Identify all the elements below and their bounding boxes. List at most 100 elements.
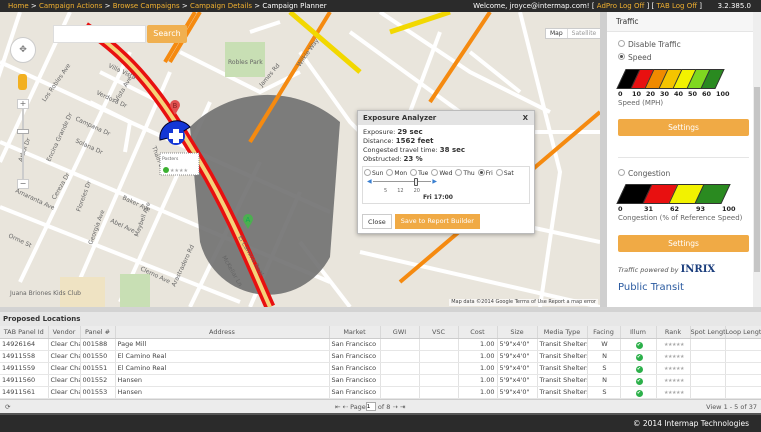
column-header[interactable]: Media Type xyxy=(537,326,588,339)
disable-traffic-radio[interactable]: Disable Traffic xyxy=(618,40,681,49)
table-cell: ★★★★★ xyxy=(656,350,691,363)
table-row[interactable]: 14911560 Clear Channel001552 Hansen San Fra… xyxy=(0,374,761,387)
map-attribution[interactable]: Map data ©2014 Google Terms of Use Repor… xyxy=(449,299,598,306)
save-to-report-builder-button[interactable]: Save to Report Builder xyxy=(394,214,480,229)
table-row[interactable]: 14926164 Clear Channel001588 Page Mill San … xyxy=(0,338,761,351)
slider-right-arrow-icon[interactable]: ▶ xyxy=(432,178,437,185)
day-radio-sun[interactable]: Sun xyxy=(364,169,383,177)
map-search-input[interactable] xyxy=(53,25,146,43)
table-cell: 001551 xyxy=(80,362,116,375)
legend-tick: 93 xyxy=(696,205,706,213)
map-type-map[interactable]: Map xyxy=(546,29,567,38)
zoom-slider-handle[interactable] xyxy=(17,129,29,134)
close-button[interactable]: Close xyxy=(362,214,392,229)
table-cell: Transit Shelters xyxy=(537,362,588,375)
speed-radio[interactable]: Speed xyxy=(618,53,652,62)
breadcrumb-campaign-details[interactable]: Campaign Details xyxy=(190,2,252,10)
column-header[interactable]: Illum xyxy=(620,326,657,339)
column-header[interactable]: Market xyxy=(329,326,381,339)
column-header[interactable]: Spot Length xyxy=(690,326,726,339)
map-type-toggle[interactable]: Map Satellite xyxy=(545,28,600,39)
cell-text: 5'9"x4'0" xyxy=(499,388,530,396)
cell-text: 001588 xyxy=(82,340,108,348)
pan-control-icon[interactable]: ✥ xyxy=(10,37,36,63)
poster-popup[interactable]: Posters ★★★★ xyxy=(159,152,200,176)
cell-text: N xyxy=(602,376,607,384)
table-cell: San Francisco xyxy=(329,362,381,375)
table-cell: 14926164 xyxy=(0,338,49,351)
hour-slider[interactable]: ◀ ▶ xyxy=(367,178,437,186)
breadcrumb-home[interactable]: Home xyxy=(8,2,29,10)
street-view-pegman-icon[interactable] xyxy=(18,74,27,90)
prev-page-icon[interactable]: ⇠ xyxy=(343,403,348,411)
slider-handle[interactable] xyxy=(414,178,418,186)
slider-left-arrow-icon[interactable]: ◀ xyxy=(367,178,372,185)
day-radio-mon[interactable]: Mon xyxy=(386,169,407,177)
column-header[interactable]: Loop Length xyxy=(725,326,761,339)
column-header[interactable]: TAB Panel Id xyxy=(0,326,49,339)
dialog-close-icon[interactable]: X xyxy=(523,111,528,125)
day-radio-sat[interactable]: Sat xyxy=(496,169,514,177)
column-header[interactable]: Address xyxy=(115,326,330,339)
congestion-radio[interactable]: Congestion xyxy=(618,169,670,178)
breadcrumb-campaign-actions[interactable]: Campaign Actions xyxy=(39,2,102,10)
congestion-caption: Congestion (% of Reference Speed) xyxy=(618,214,743,222)
tab-logoff-link[interactable]: TAB Log Off xyxy=(656,2,697,10)
table-cell xyxy=(725,374,761,387)
day-radio-fri[interactable]: Fri xyxy=(478,169,493,177)
panel-scrollbar-thumb[interactable] xyxy=(754,87,760,272)
traffic-panel: Traffic Disable Traffic Speed 0 10 20 30 40 5… xyxy=(600,12,761,307)
speed-settings-button[interactable]: Settings xyxy=(618,119,749,136)
table-row[interactable]: 14911561 Clear Channel001553 Hansen San Fra… xyxy=(0,386,761,399)
day-radio-thu[interactable]: Thu xyxy=(455,169,474,177)
table-cell: S xyxy=(587,386,621,399)
panel-scrollbar[interactable] xyxy=(753,12,761,307)
table-cell: N xyxy=(587,374,621,387)
breadcrumb-browse-campaigns[interactable]: Browse Campaigns xyxy=(113,2,180,10)
legend-tick: 100 xyxy=(722,205,736,213)
map-search-button[interactable]: Search xyxy=(147,25,187,43)
zoom-slider-track[interactable] xyxy=(22,107,24,185)
first-page-icon[interactable]: ⇤ xyxy=(335,403,340,411)
public-transit-heading[interactable]: Public Transit xyxy=(618,282,684,293)
table-row[interactable]: 14911558 Clear Channel001550 El Camino Rea… xyxy=(0,350,761,363)
table-cell xyxy=(380,374,420,387)
svg-text:Floreles Dr: Floreles Dr xyxy=(75,179,93,212)
cell-text: Page Mill xyxy=(117,340,147,348)
column-header[interactable]: Panel # xyxy=(80,326,116,339)
congestion-settings-button[interactable]: Settings xyxy=(618,235,749,252)
map-type-satellite[interactable]: Satellite xyxy=(566,29,600,38)
illuminated-check-icon: ✔ xyxy=(635,389,643,397)
cell-text: S xyxy=(602,388,607,396)
column-header[interactable]: Rank xyxy=(656,326,691,339)
legend-tick: 0 xyxy=(618,90,623,98)
column-header[interactable]: Cost xyxy=(458,326,498,339)
table-cell xyxy=(419,338,459,351)
zoom-out-button[interactable]: − xyxy=(17,179,29,189)
table-row[interactable]: 14911559 Clear Channel001551 El Camino Rea… xyxy=(0,362,761,375)
last-page-icon[interactable]: ⇥ xyxy=(400,403,405,411)
page-input[interactable] xyxy=(365,402,376,411)
table-cell xyxy=(690,374,726,387)
column-header[interactable]: VSC xyxy=(419,326,459,339)
day-radio-wed[interactable]: Wed xyxy=(431,169,452,177)
cell-text: San Francisco xyxy=(331,352,377,360)
table-cell: 001552 xyxy=(80,374,116,387)
column-header[interactable]: Vendor xyxy=(48,326,81,339)
column-header[interactable]: Size xyxy=(497,326,538,339)
zoom-in-button[interactable]: + xyxy=(17,99,29,109)
cell-text: San Francisco xyxy=(331,376,377,384)
table-cell: ✔ xyxy=(620,362,657,375)
next-page-icon[interactable]: ⇢ xyxy=(392,403,397,411)
table-cell: Clear Channel xyxy=(48,350,81,363)
rank-stars: ★★★★★ xyxy=(664,342,684,348)
table-cell: Transit Shelters xyxy=(537,338,588,351)
illuminated-check-icon: ✔ xyxy=(635,377,643,385)
breadcrumb-current: Campaign Planner xyxy=(262,2,327,10)
column-header[interactable]: GWI xyxy=(380,326,420,339)
distance-row: Distance: 1562 feet xyxy=(363,137,434,145)
column-header[interactable]: Facing xyxy=(587,326,621,339)
day-radio-tue[interactable]: Tue xyxy=(410,169,428,177)
selected-time: Fri 17:00 xyxy=(423,194,453,201)
adpro-logoff-link[interactable]: AdPro Log Off xyxy=(597,2,645,10)
